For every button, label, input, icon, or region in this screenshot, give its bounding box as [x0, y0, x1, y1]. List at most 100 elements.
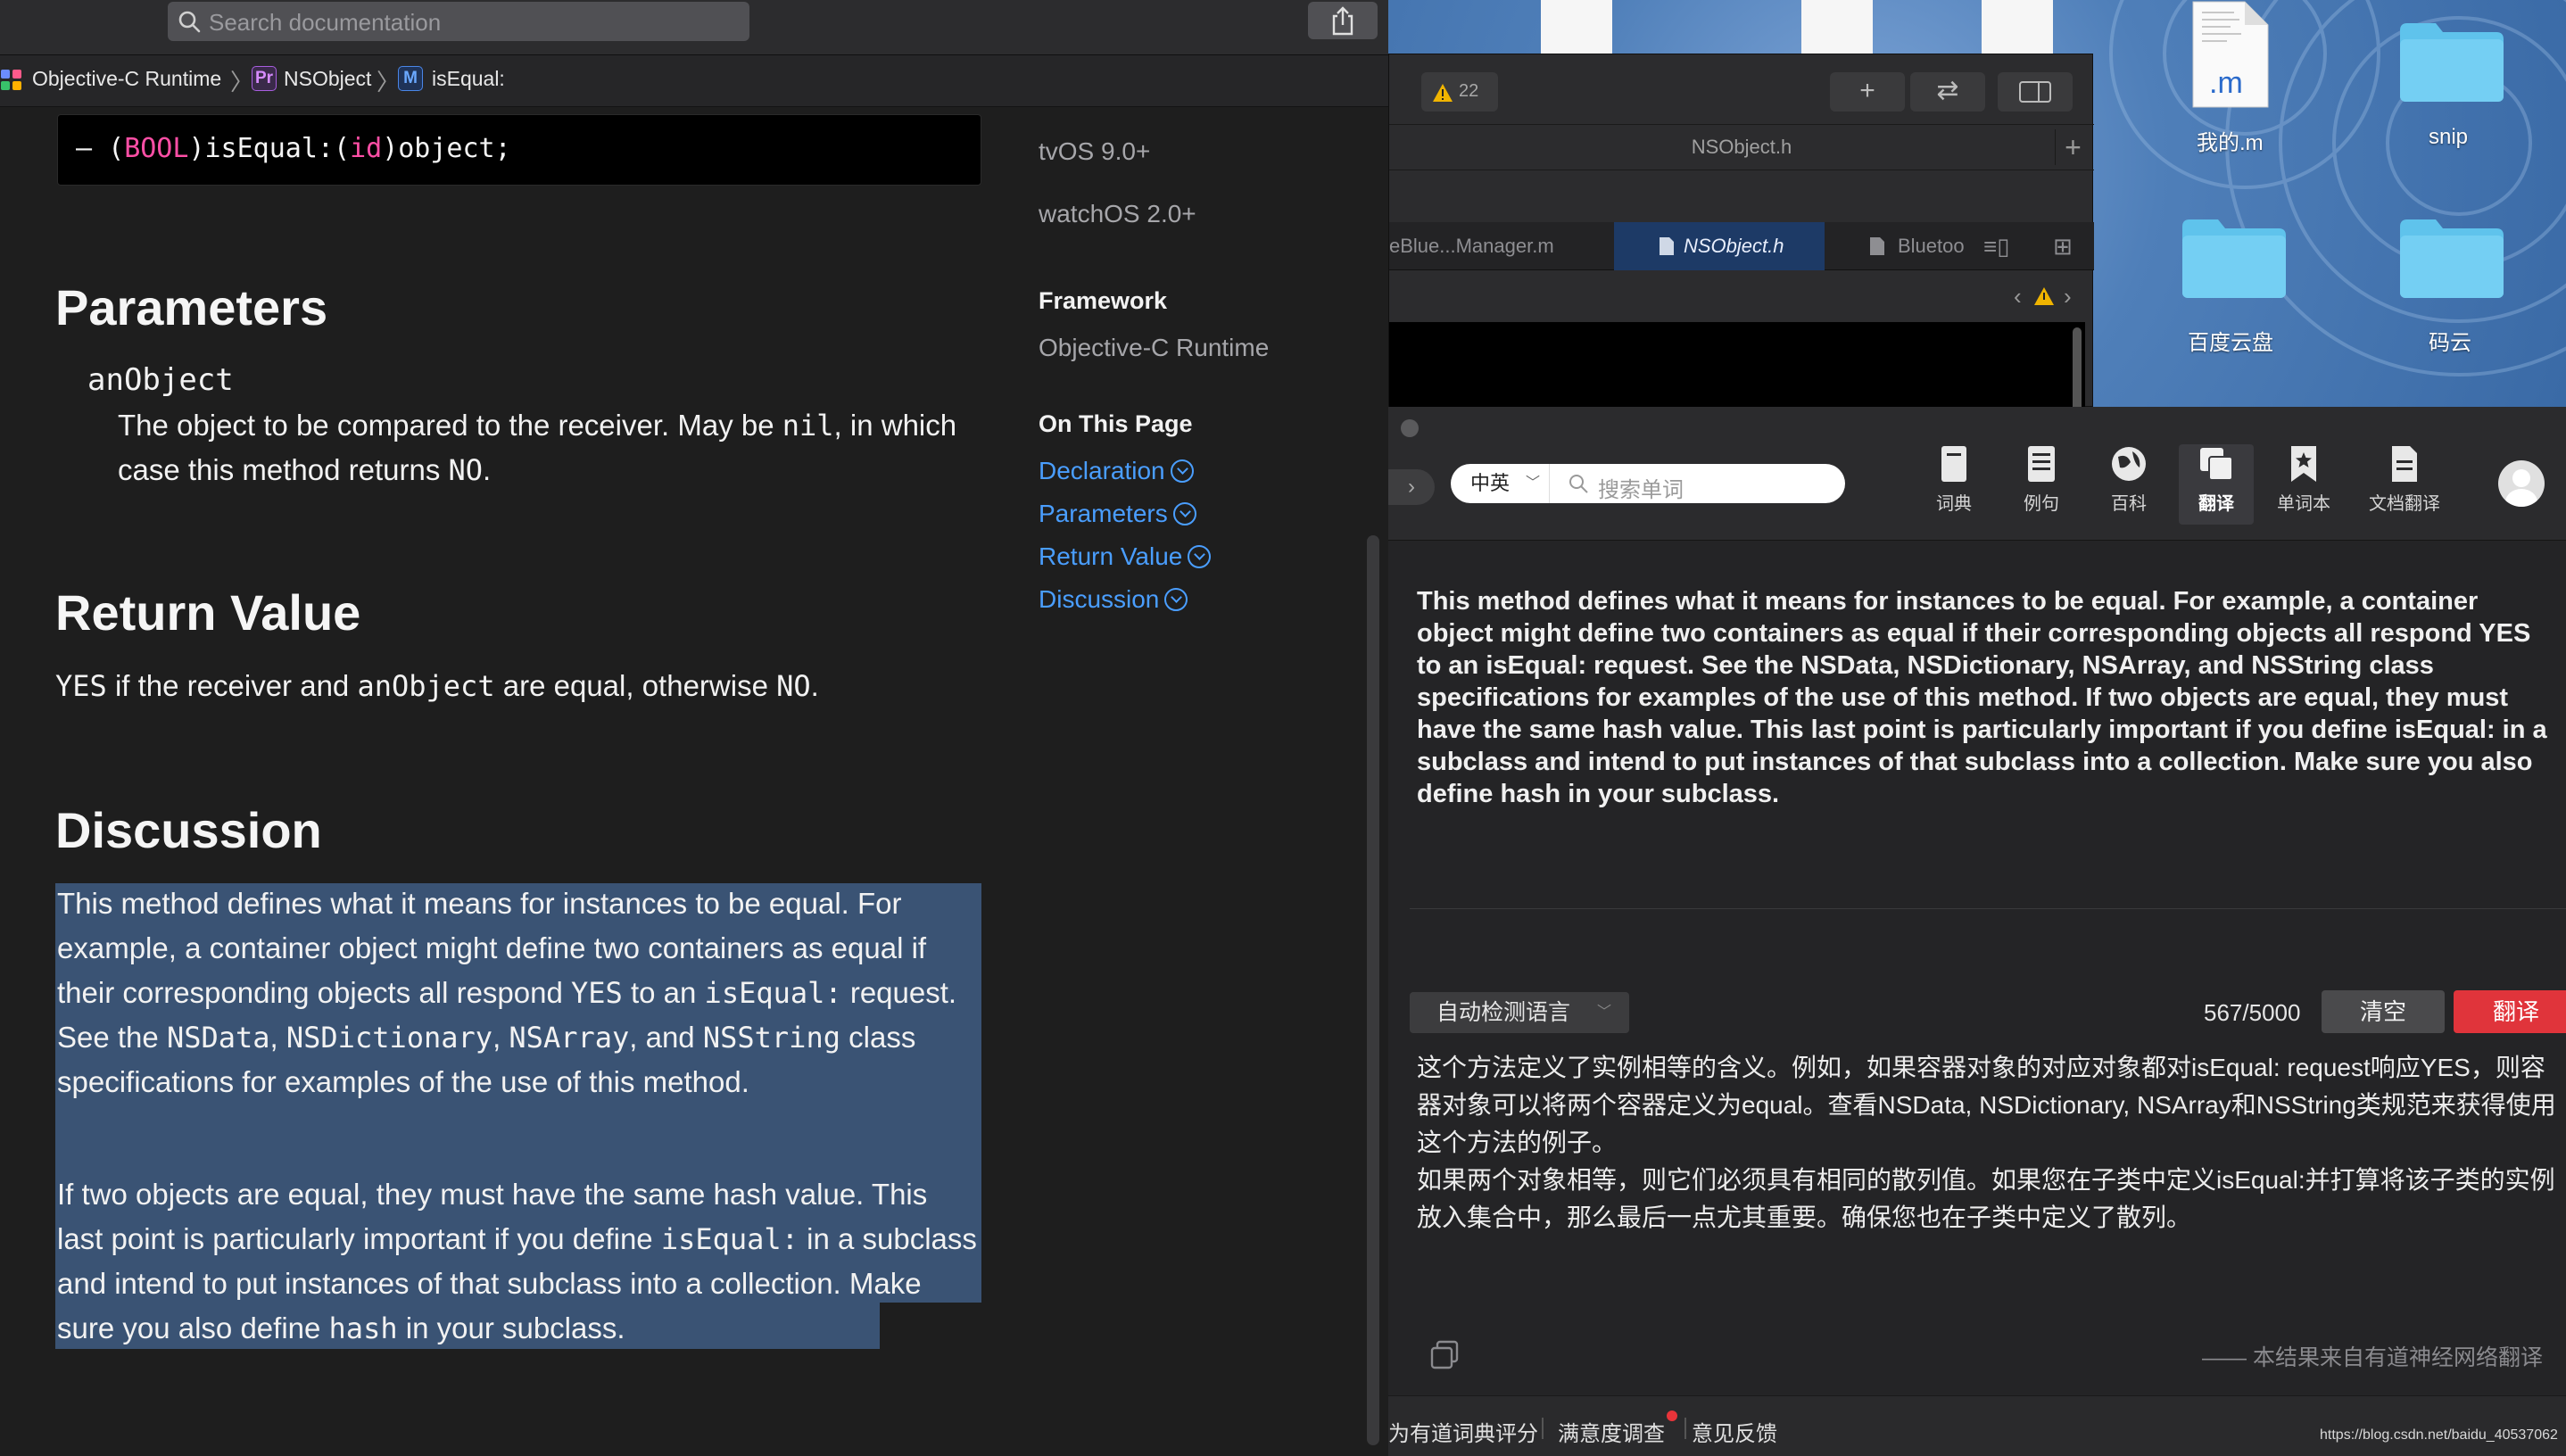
- framework-label: Framework: [1039, 287, 1168, 314]
- add-tab-button[interactable]: +: [2055, 129, 2090, 165]
- issue-navigator[interactable]: ‹ ›: [2014, 279, 2089, 315]
- auto-detect-language-select[interactable]: 自动检测语言 ﹀: [1410, 992, 1629, 1033]
- document-icon: [2392, 446, 2417, 482]
- folder-icon[interactable]: [2396, 214, 2507, 300]
- breadcrumb-method[interactable]: isEqual:: [432, 67, 505, 91]
- toc-link-parameters[interactable]: Parameters: [1039, 500, 1196, 528]
- declaration-code-block: – (BOOL)isEqual:(id)object;: [57, 114, 981, 186]
- search-placeholder: Search documentation: [209, 9, 442, 36]
- header-file-icon: [1660, 237, 1674, 255]
- search-field[interactable]: Search documentation: [168, 2, 749, 41]
- return-value-heading: Return Value: [55, 584, 361, 641]
- xcode-window: 22 + ⇄ NSObject.h + eBlue...Manager.m NS…: [1388, 54, 2094, 456]
- footer-survey-link[interactable]: 满意度调查: [1558, 1416, 1665, 1447]
- tool-dictionary[interactable]: 词典: [1916, 444, 1991, 525]
- back-button[interactable]: ›: [1388, 469, 1435, 505]
- tab-bluetooth[interactable]: Bluetoo: [1898, 222, 1974, 270]
- clear-button[interactable]: 清空: [2322, 990, 2445, 1033]
- toc-link-return-value[interactable]: Return Value: [1039, 542, 1212, 571]
- warning-indicator[interactable]: 22: [1421, 72, 1498, 112]
- framework-value[interactable]: Objective-C Runtime: [1039, 334, 1269, 362]
- objc-file-icon[interactable]: .m: [2189, 0, 2270, 108]
- folder-icon[interactable]: [2396, 18, 2507, 103]
- breadcrumb-chevron-icon: 〉: [377, 69, 401, 95]
- chevron-left-icon: ‹: [2014, 283, 2022, 310]
- translation-attribution: —— 本结果来自有道神经网络翻译: [2202, 1345, 2543, 1370]
- tool-translate[interactable]: 翻译: [2179, 444, 2254, 525]
- folder-icon[interactable]: [2179, 214, 2289, 300]
- footer-rate-link[interactable]: 为有道词典评分: [1388, 1416, 1538, 1447]
- parameter-description: The object to be compared to the receive…: [118, 409, 957, 487]
- protocol-badge-icon: Pr: [252, 66, 277, 91]
- tool-wordbook[interactable]: 单词本: [2266, 444, 2341, 525]
- share-button[interactable]: [1308, 2, 1378, 39]
- list-icon: [2028, 446, 2055, 482]
- source-text[interactable]: This method defines what it means for in…: [1417, 585, 2550, 810]
- translation-paragraph-2: 如果两个对象相等，则它们必须具有相同的散列值。如果您在子类中定义isEqual:…: [1417, 1166, 2555, 1231]
- breadcrumb-framework[interactable]: Objective-C Runtime: [32, 67, 221, 91]
- chevron-circle-icon: [1172, 502, 1196, 525]
- warning-icon: [1433, 84, 1453, 102]
- discussion-heading: Discussion: [55, 802, 322, 858]
- add-editor-icon[interactable]: ⊞: [2053, 222, 2073, 270]
- footer-divider: [1684, 1418, 1686, 1439]
- language-select[interactable]: 中英 ﹀: [1451, 464, 1549, 503]
- notification-dot: [1667, 1410, 1677, 1421]
- doc-scrollbar[interactable]: [1367, 535, 1379, 1445]
- translate-button[interactable]: 翻译: [2454, 990, 2566, 1033]
- file-extension-label: .m: [2209, 66, 2243, 100]
- tab-manager[interactable]: eBlue...Manager.m: [1389, 222, 1554, 270]
- warning-count: 22: [1459, 81, 1479, 101]
- window-close-button[interactable]: [1401, 419, 1419, 437]
- chevron-right-icon: ›: [2064, 283, 2072, 310]
- book-icon: [1941, 446, 1966, 482]
- chevron-down-icon: ﹀: [1526, 476, 1541, 491]
- platform-tvos: tvOS 9.0+: [1039, 137, 1151, 165]
- documentation-window: Search documentation Objective-C Runtime…: [0, 0, 1388, 1456]
- share-icon: [1332, 6, 1353, 36]
- tool-examples[interactable]: 例句: [2004, 444, 2079, 525]
- xcode-file-title: NSObject.h: [1389, 124, 2094, 170]
- breadcrumb: Objective-C Runtime 〉 Pr NSObject 〉 M is…: [0, 55, 1388, 107]
- declaration-code: – (BOOL)isEqual:(id)object;: [76, 133, 511, 164]
- divider: [1410, 908, 2566, 909]
- desktop-label[interactable]: 百度云盘: [2188, 325, 2273, 356]
- method-badge-icon: M: [398, 66, 423, 91]
- dictionary-search-placeholder: 搜索单词: [1598, 478, 1684, 502]
- copy-icon[interactable]: [1429, 1340, 1460, 1370]
- search-icon: [178, 11, 201, 33]
- avatar[interactable]: [2498, 460, 2545, 507]
- footer-divider: [1542, 1418, 1544, 1439]
- desktop-label[interactable]: 码云: [2429, 325, 2471, 356]
- return-value-text: YES if the receiver and anObject are equ…: [55, 669, 819, 703]
- search-icon: [1569, 475, 1588, 493]
- tool-document-translate[interactable]: 文档翻译: [2355, 444, 2454, 525]
- translation-result[interactable]: 这个方法定义了实例相等的含义。例如，如果容器对象的对应对象都对isEqual: …: [1417, 1049, 2559, 1237]
- sidebar-icon: [2019, 81, 2051, 103]
- doc-toolbar: Search documentation: [0, 0, 1388, 55]
- framework-grid-icon: [1, 70, 21, 90]
- doc-sidebar: tvOS 9.0+ watchOS 2.0+ Framework Objecti…: [1039, 134, 1360, 633]
- footer-feedback-link[interactable]: 意见反馈: [1692, 1416, 1777, 1447]
- inspector-toggle-button[interactable]: [1998, 72, 2073, 112]
- discussion-paragraph-2[interactable]: If two objects are equal, they must have…: [57, 1172, 980, 1351]
- swap-button[interactable]: ⇄: [1910, 72, 1985, 112]
- chevron-down-icon: ﹀: [1597, 1005, 1612, 1020]
- youdao-dictionary-window: › 中英 ﹀ 搜索单词 词典 例句 百科 翻译 单词本 文档翻译 This me…: [1388, 407, 2566, 1456]
- add-button[interactable]: +: [1830, 72, 1905, 112]
- chevron-circle-icon: [1188, 545, 1212, 568]
- dictionary-search-input[interactable]: 搜索单词: [1549, 464, 1845, 503]
- discussion-paragraph-1[interactable]: This method defines what it means for in…: [57, 881, 980, 1104]
- breadcrumb-class[interactable]: NSObject: [284, 67, 371, 91]
- character-count: 567/5000: [2204, 999, 2301, 1026]
- desktop-label[interactable]: snip: [2429, 125, 2468, 150]
- desktop-label[interactable]: 我的.m: [2197, 125, 2264, 156]
- toc-link-declaration[interactable]: Declaration: [1039, 457, 1194, 485]
- bookmark-star-icon: [2291, 446, 2316, 482]
- tab-nsobject-active[interactable]: NSObject.h: [1614, 222, 1825, 270]
- toc-link-discussion[interactable]: Discussion: [1039, 585, 1188, 614]
- translation-paragraph-1: 这个方法定义了实例相等的含义。例如，如果容器对象的对应对象都对isEqual: …: [1417, 1054, 2556, 1156]
- editor-options-icon[interactable]: ≡▯: [1983, 222, 2009, 270]
- tool-encyclopedia[interactable]: 百科: [2091, 444, 2166, 525]
- chevron-circle-icon: [1170, 459, 1194, 483]
